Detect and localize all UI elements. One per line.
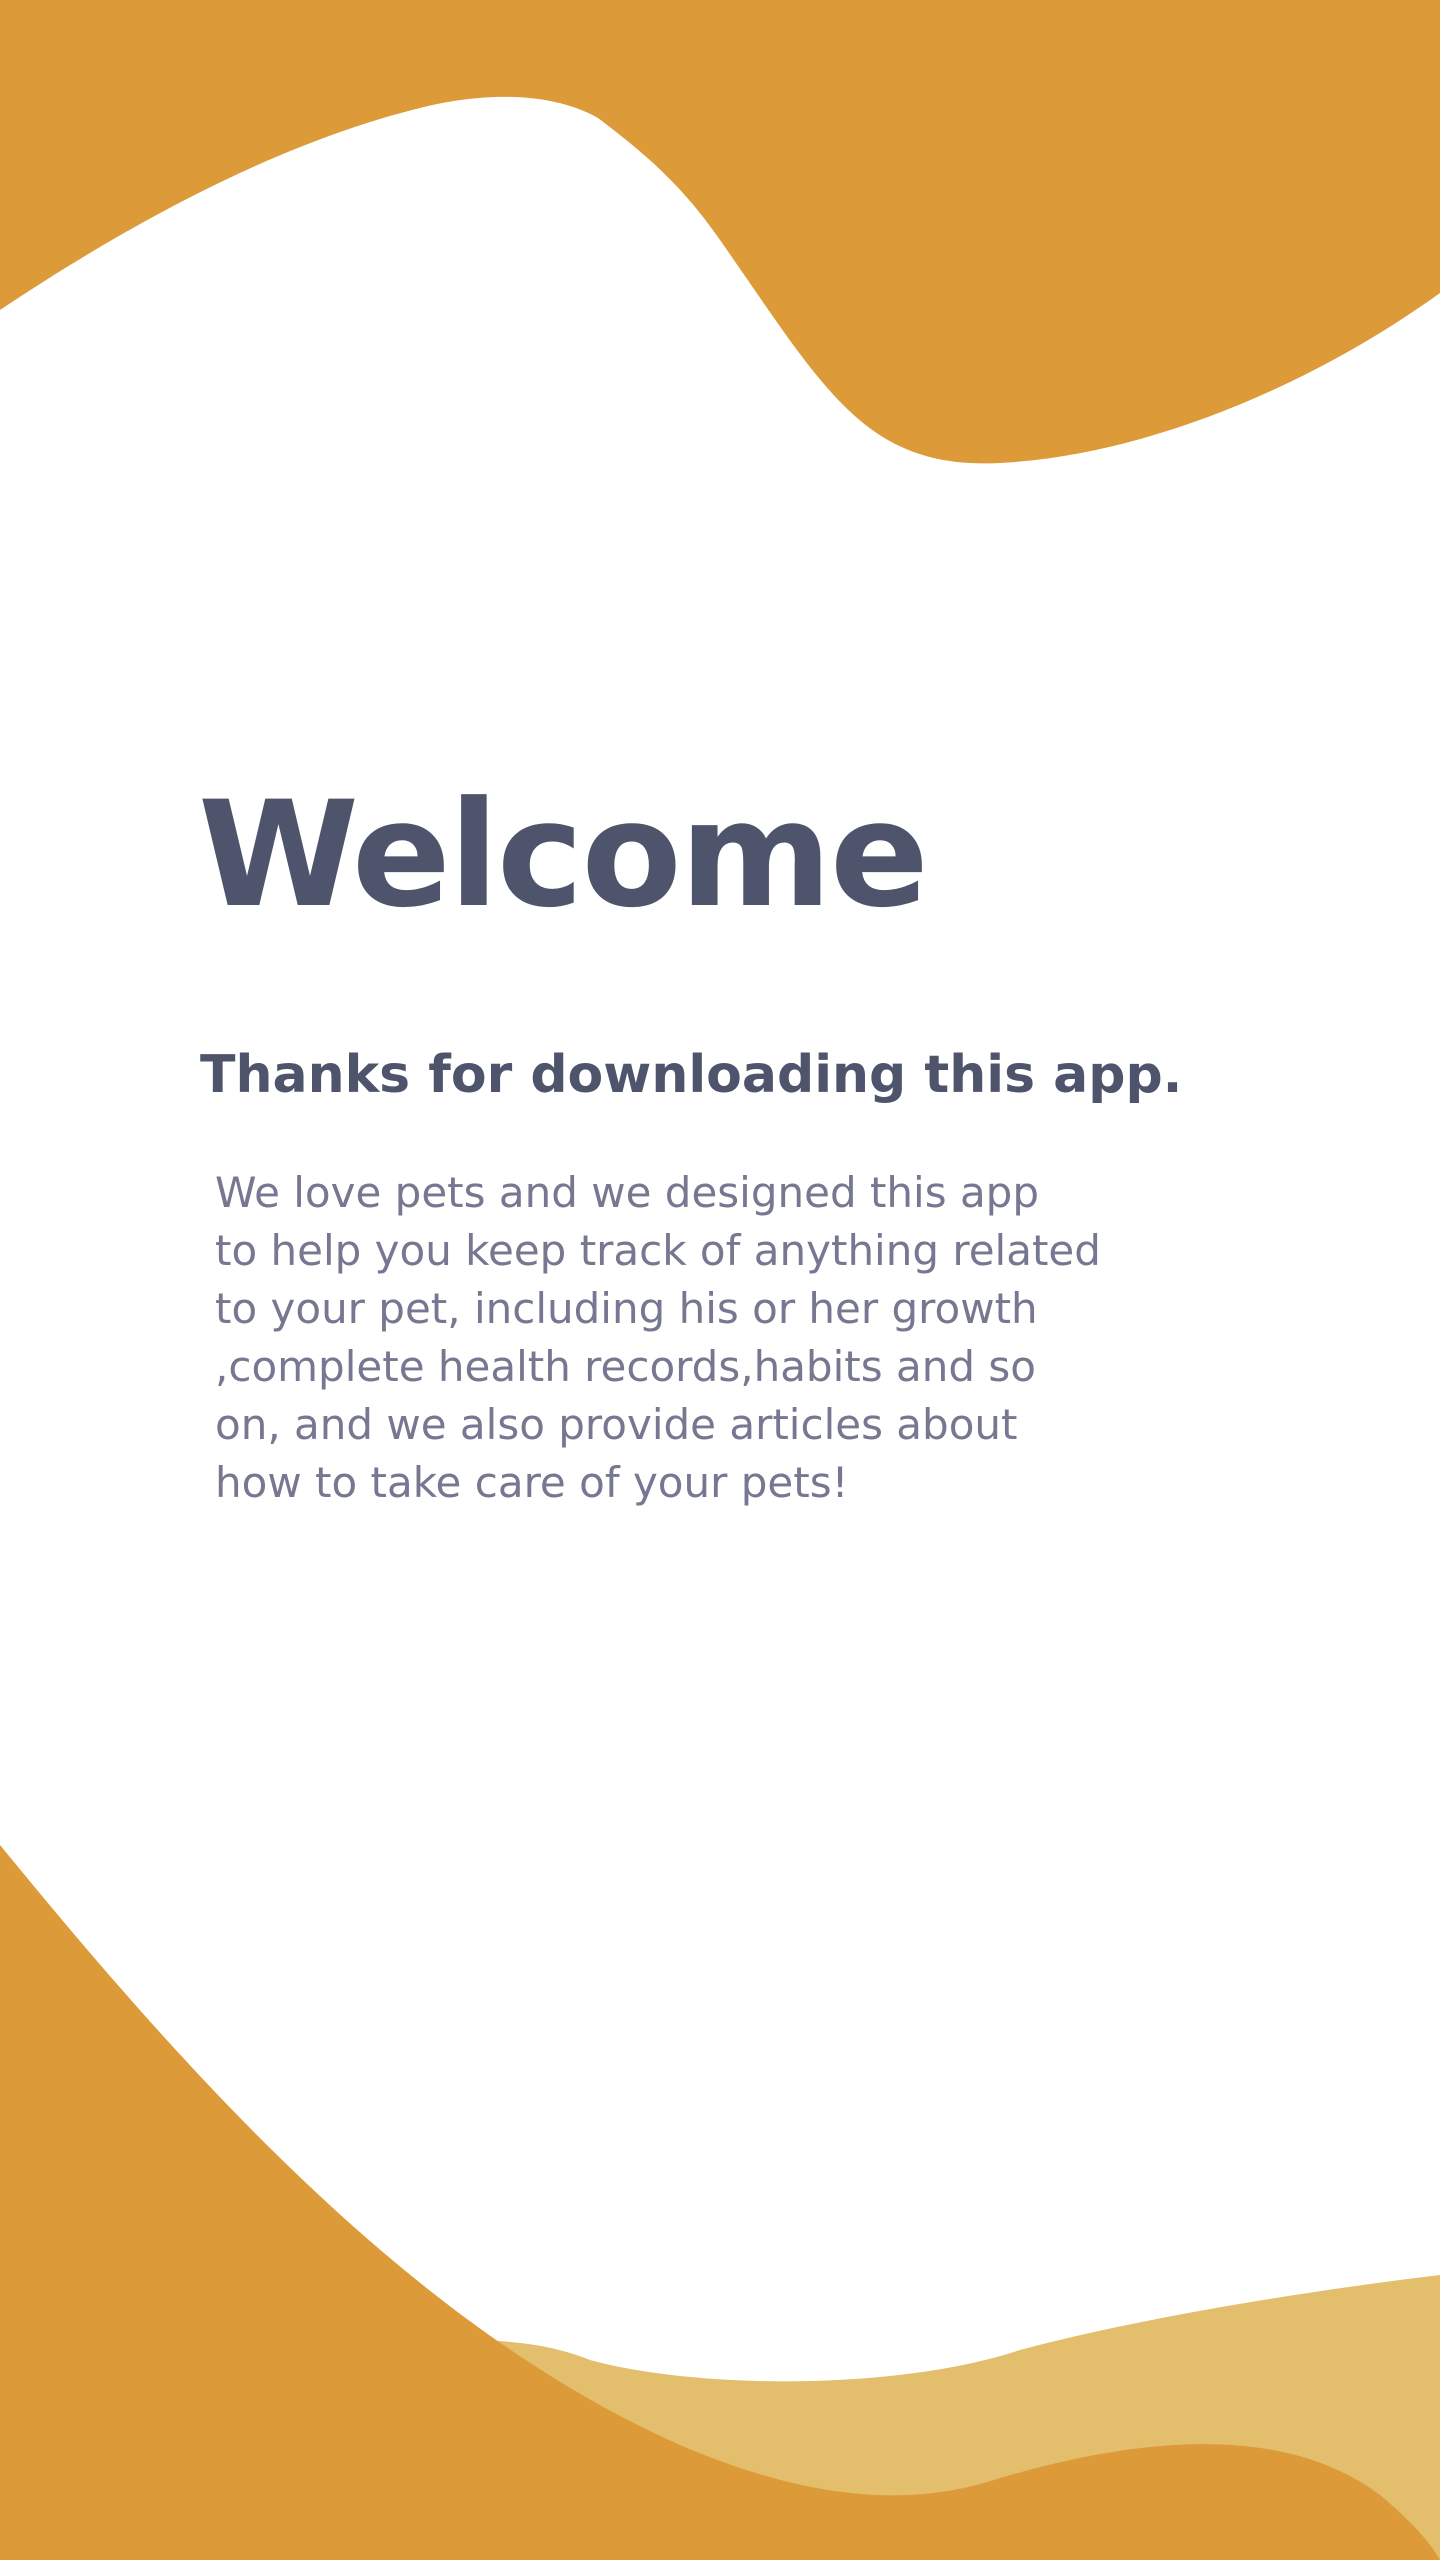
welcome-screen: Welcome Thanks for downloading this app.…	[0, 0, 1440, 2560]
welcome-description: We love pets and we designed this app to…	[215, 1168, 1101, 1507]
welcome-content: Welcome Thanks for downloading this app.…	[0, 0, 1440, 2560]
welcome-subtitle: Thanks for downloading this app.	[200, 1045, 1183, 1105]
welcome-title: Welcome	[198, 770, 929, 940]
